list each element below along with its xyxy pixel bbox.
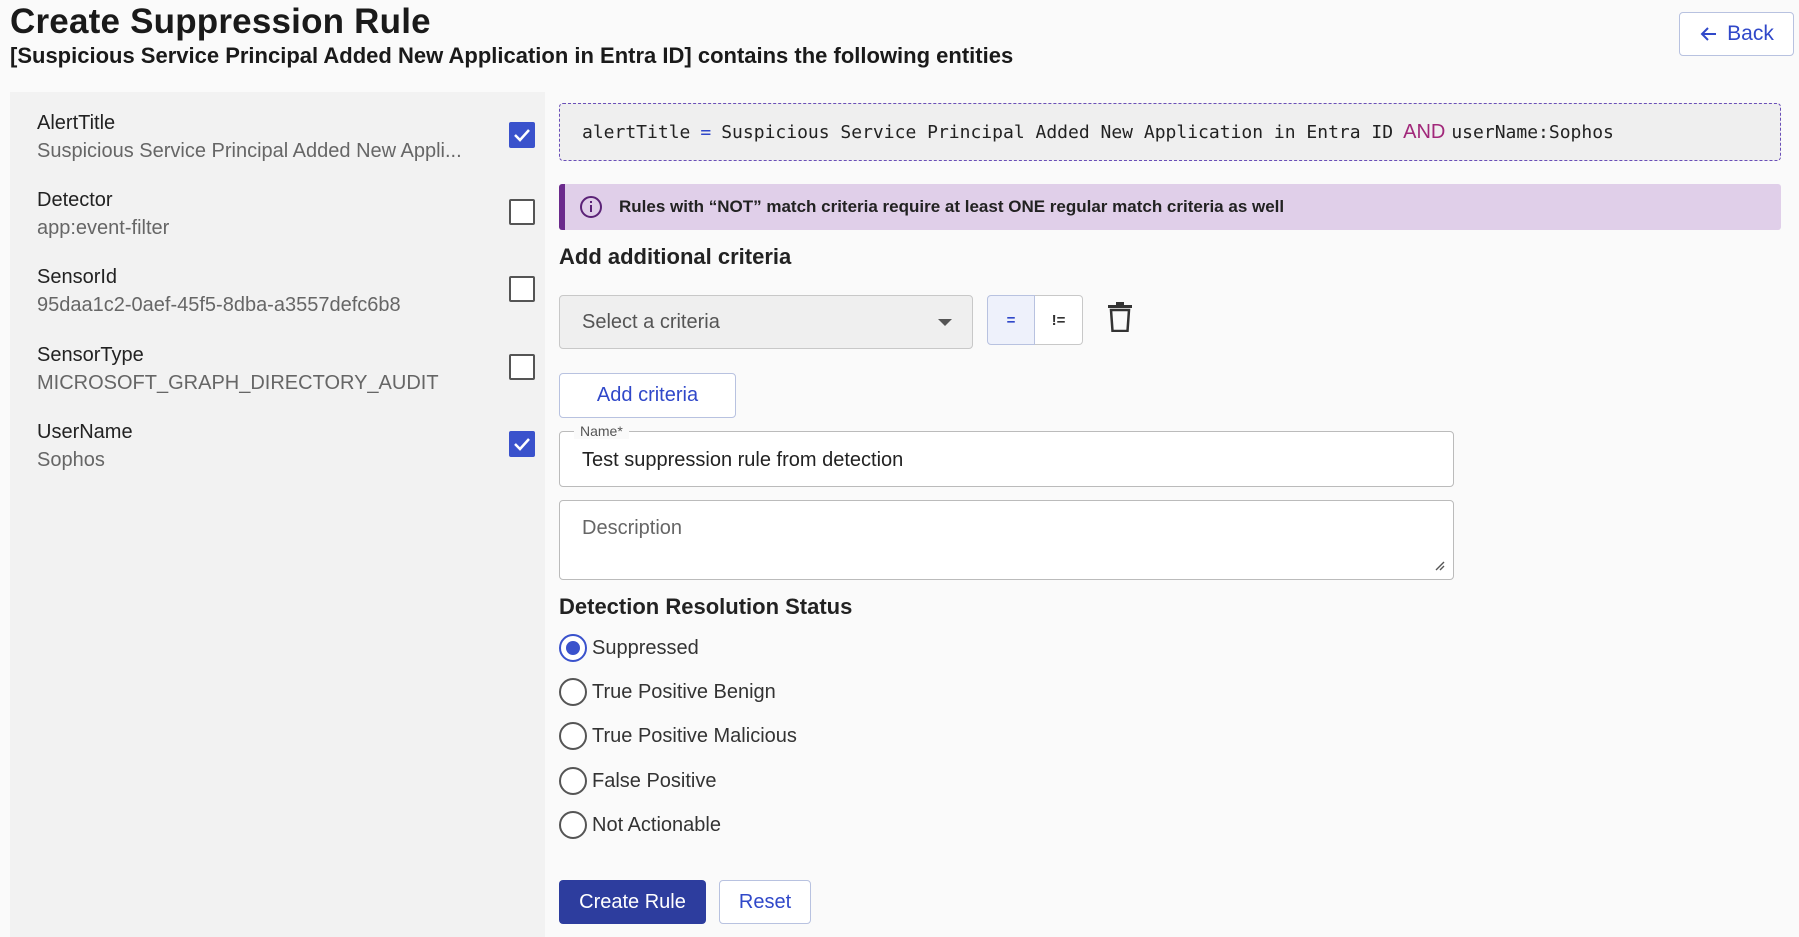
radio-button[interactable] — [559, 767, 587, 795]
radio-false-positive[interactable]: False Positive — [559, 767, 717, 795]
radio-label: False Positive — [592, 769, 717, 792]
resolution-section-title: Detection Resolution Status — [559, 594, 853, 619]
radio-not-actionable[interactable]: Not Actionable — [559, 811, 721, 839]
entity-key: Detector — [37, 189, 113, 211]
entity-value: MICROSOFT_GRAPH_DIRECTORY_AUDIT — [37, 372, 439, 394]
entity-alert-title: AlertTitle Suspicious Service Principal … — [37, 112, 537, 172]
operator-toggle-group: = != — [987, 295, 1083, 345]
radio-label: True Positive Malicious — [592, 724, 797, 747]
info-banner-text: Rules with “NOT” match criteria require … — [619, 197, 1285, 216]
criteria-select[interactable]: Select a criteria — [559, 295, 973, 349]
operator-equals-button[interactable]: = — [987, 295, 1035, 345]
radio-button[interactable] — [559, 678, 587, 706]
back-button-label: Back — [1727, 22, 1774, 45]
radio-label: Not Actionable — [592, 813, 721, 836]
checkmark-icon — [514, 438, 530, 451]
entities-panel: AlertTitle Suspicious Service Principal … — [10, 92, 545, 937]
trash-icon[interactable] — [1107, 302, 1133, 333]
radio-true-positive-benign[interactable]: True Positive Benign — [559, 678, 776, 706]
entity-checkbox-sensor-type[interactable] — [509, 354, 535, 380]
chevron-down-icon — [938, 318, 952, 326]
entity-key: SensorId — [37, 266, 118, 288]
query-preview: alertTitle = Suspicious Service Principa… — [559, 103, 1781, 161]
info-banner: Rules with “NOT” match criteria require … — [559, 184, 1781, 230]
radio-suppressed[interactable]: Suppressed — [559, 634, 699, 662]
entity-value: Suspicious Service Principal Added New A… — [37, 140, 462, 162]
entity-checkbox-sensor-id[interactable] — [509, 276, 535, 302]
entity-value: app:event-filter — [37, 217, 170, 239]
reset-button[interactable]: Reset — [719, 880, 811, 924]
create-rule-button[interactable]: Create Rule — [559, 880, 706, 924]
operator-not-equals-button[interactable]: != — [1035, 295, 1083, 345]
back-button[interactable]: Back — [1679, 12, 1794, 56]
name-field: Name* — [559, 423, 1454, 487]
criteria-section-title: Add additional criteria — [559, 244, 792, 269]
entity-user-name: UserName Sophos — [37, 421, 537, 481]
query-clause: userName:Sophos — [1451, 121, 1614, 143]
entity-detector: Detector app:event-filter — [37, 189, 537, 249]
radio-label: True Positive Benign — [592, 680, 776, 703]
checkmark-icon — [514, 129, 530, 142]
query-value: Suspicious Service Principal Added New A… — [721, 121, 1394, 143]
entity-sensor-type: SensorType MICROSOFT_GRAPH_DIRECTORY_AUD… — [37, 344, 537, 404]
query-joiner: AND — [1403, 120, 1446, 143]
query-field: alertTitle — [582, 121, 691, 143]
entity-value: Sophos — [37, 449, 105, 471]
name-input[interactable] — [560, 432, 1453, 486]
add-criteria-button[interactable]: Add criteria — [559, 373, 736, 418]
info-icon — [580, 196, 602, 218]
radio-button[interactable] — [559, 811, 587, 839]
query-operator: = — [700, 121, 712, 143]
page-subtitle: [Suspicious Service Principal Added New … — [10, 43, 1014, 68]
resize-handle-icon[interactable] — [1433, 559, 1445, 571]
criteria-select-placeholder: Select a criteria — [582, 310, 720, 333]
arrow-left-icon — [1700, 27, 1717, 41]
description-field — [559, 500, 1454, 580]
entity-checkbox-detector[interactable] — [509, 199, 535, 225]
entity-sensor-id: SensorId 95daa1c2-0aef-45f5-8dba-a3557de… — [37, 266, 537, 326]
radio-label: Suppressed — [592, 636, 699, 659]
entity-key: AlertTitle — [37, 112, 116, 134]
page-title: Create Suppression Rule — [10, 2, 431, 41]
description-input[interactable] — [560, 501, 1453, 579]
entity-checkbox-user-name[interactable] — [509, 431, 535, 457]
radio-button[interactable] — [559, 722, 587, 750]
entity-checkbox-alert-title[interactable] — [509, 122, 535, 148]
entity-value: 95daa1c2-0aef-45f5-8dba-a3557defc6b8 — [37, 294, 401, 316]
radio-button[interactable] — [559, 634, 587, 662]
entity-key: SensorType — [37, 344, 144, 366]
entity-key: UserName — [37, 421, 133, 443]
radio-true-positive-malicious[interactable]: True Positive Malicious — [559, 722, 797, 750]
